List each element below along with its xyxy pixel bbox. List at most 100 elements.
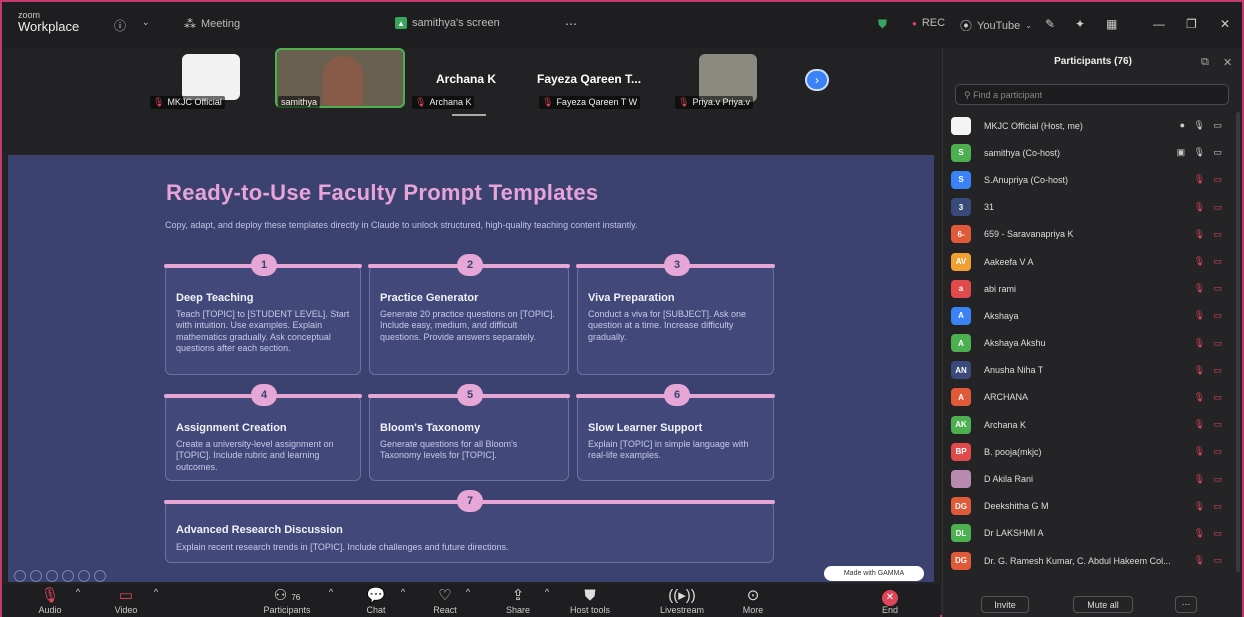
card-body: Create a university-level assignment on … [176, 439, 334, 472]
shield-icon: ⛊ [584, 587, 596, 604]
participant-row[interactable]: S S.Anupriya (Co-host) 🎙 ▭ [951, 166, 1233, 193]
zoom-icon[interactable] [78, 570, 90, 582]
minimize-icon[interactable]: — [1153, 17, 1165, 31]
participant-search-input[interactable]: ⚲ Find a participant [955, 84, 1229, 105]
muted-mic-video-off-icon[interactable]: 🎙 ▭ [1194, 392, 1225, 403]
muted-mic-video-off-icon[interactable]: 🎙 ▭ [1194, 338, 1225, 349]
card-number: 2 [457, 254, 483, 276]
pen-icon[interactable] [46, 570, 58, 582]
video-tile[interactable] [699, 54, 757, 102]
participant-row[interactable]: AN Anusha Niha T 🎙 ▭ [951, 357, 1233, 384]
tile-big-name: Archana K [436, 72, 497, 86]
restore-icon[interactable]: ❐ [1186, 17, 1197, 31]
audio-options-caret[interactable]: ^ [74, 587, 82, 597]
participant-name: B. pooja(mkjc) [984, 446, 1042, 457]
mute-all-button[interactable]: Mute all [1073, 596, 1133, 613]
screen-share-indicator[interactable]: ▲ samithya's screen [395, 17, 500, 29]
participant-row[interactable]: 3 31 🎙 ▭ [951, 194, 1233, 221]
chevron-down-icon[interactable]: ⌄ [142, 17, 150, 28]
participant-row[interactable]: BP B. pooja(mkjc) 🎙 ▭ [951, 438, 1233, 465]
livestream-button[interactable]: ((▸)) Livestream [652, 587, 712, 615]
muted-mic-video-off-icon[interactable]: 🎙 ▭ [1194, 419, 1225, 430]
clapper-icon[interactable]: ▦ [1106, 17, 1117, 31]
muted-mic-video-off-icon[interactable]: 🎙 ▭ [1194, 256, 1225, 267]
invite-button[interactable]: Invite [981, 596, 1029, 613]
video-tile[interactable] [182, 54, 240, 100]
share-screen-icon: ▲ [395, 17, 407, 29]
host-status-icon[interactable]: ▣ 🎙 ▭ [1177, 147, 1225, 158]
participants-options-caret[interactable]: ^ [327, 587, 335, 597]
react-options-caret[interactable]: ^ [464, 587, 472, 597]
shield-icon[interactable]: ⛊ [878, 17, 887, 32]
more-options-button[interactable]: ⋯ [1175, 596, 1197, 613]
next-slide-icon[interactable] [30, 570, 42, 582]
participant-row[interactable]: A Akshaya Akshu 🎙 ▭ [951, 330, 1233, 357]
recording-indicator[interactable]: ● REC [912, 17, 945, 29]
card-number: 7 [457, 490, 483, 512]
panel-title: Participants (76) [1054, 56, 1132, 67]
card-body: Generate questions for all Bloom's Taxon… [380, 439, 518, 461]
participant-name: Archana K [984, 419, 1027, 430]
more-options-icon[interactable]: ⋯ [565, 17, 577, 31]
participant-row[interactable]: a abi rami 🎙 ▭ [951, 275, 1233, 302]
share-button[interactable]: ⇪ Share [488, 587, 548, 615]
muted-mic-video-off-icon[interactable]: 🎙 ▭ [1194, 446, 1225, 457]
prev-slide-icon[interactable] [14, 570, 26, 582]
close-panel-icon[interactable]: ✕ [1223, 56, 1232, 69]
participant-row[interactable]: DL Dr LAKSHMI A 🎙 ▭ [951, 520, 1233, 547]
video-button[interactable]: ▭ Video [96, 587, 156, 615]
chat-button[interactable]: 💬 Chat [346, 587, 406, 615]
participant-row[interactable]: DG Deekshitha G M 🎙 ▭ [951, 493, 1233, 520]
close-icon[interactable]: ✕ [1220, 17, 1230, 31]
annotate-icon[interactable]: ✎ [1045, 17, 1055, 31]
video-strip: 🎙 MKJC Official samithya Archana K 🎙 Archa… [2, 48, 940, 152]
more-icon[interactable] [94, 570, 106, 582]
share-options-caret[interactable]: ^ [543, 587, 551, 597]
muted-mic-video-off-icon[interactable]: 🎙 ▭ [1194, 555, 1225, 566]
info-icon[interactable]: ⓘ [114, 17, 126, 34]
next-page-button[interactable]: › [805, 69, 829, 91]
participant-row[interactable]: A Akshaya 🎙 ▭ [951, 302, 1233, 329]
muted-mic-video-off-icon[interactable]: 🎙 ▭ [1194, 310, 1225, 321]
participant-row[interactable]: DG Dr. G. Ramesh Kumar, C. Abdul Hakeem C… [951, 547, 1233, 574]
muted-mic-video-off-icon[interactable]: 🎙 ▭ [1194, 283, 1225, 294]
youtube-live-button[interactable]: ⦿ YouTube ⌄ [960, 17, 1032, 34]
muted-mic-video-off-icon[interactable]: 🎙 ▭ [1194, 474, 1225, 485]
avatar: A [951, 306, 971, 325]
participant-row[interactable]: Ssamithya (Co-host) ▣ 🎙 ▭ [951, 139, 1233, 166]
muted-mic-video-off-icon[interactable]: 🎙 ▭ [1194, 501, 1225, 512]
host-status-icon[interactable]: ● 🎙 ▭ [1180, 120, 1225, 131]
muted-mic-video-off-icon[interactable]: 🎙 ▭ [1194, 229, 1225, 240]
pop-out-icon[interactable]: ⧉ [1201, 56, 1209, 69]
chat-options-caret[interactable]: ^ [399, 587, 407, 597]
video-off-icon: ▭ [118, 587, 134, 604]
meeting-menu[interactable]: ⁂ Meeting [184, 17, 240, 31]
participant-row[interactable]: AK Archana K 🎙 ▭ [951, 411, 1233, 438]
participants-button[interactable]: ⚇ 76 Participants [257, 587, 317, 615]
muted-mic-video-off-icon[interactable]: 🎙 ▭ [1194, 365, 1225, 376]
participant-row[interactable]: AV Aakeefa V A 🎙 ▭ [951, 248, 1233, 275]
video-options-caret[interactable]: ^ [152, 587, 160, 597]
card-body: Explain recent research trends in [TOPIC… [176, 542, 509, 552]
avatar: a [951, 279, 971, 298]
avatar [951, 116, 971, 135]
participant-row[interactable]: D Akila Rani 🎙 ▭ [951, 465, 1233, 492]
end-button[interactable]: ✕ End [860, 587, 920, 615]
participants-count: 76 [291, 593, 301, 602]
participant-row[interactable]: MKJC Official (Host, me) ● 🎙 ▭ [951, 112, 1233, 139]
muted-mic-video-off-icon[interactable]: 🎙 ▭ [1194, 528, 1225, 539]
participant-row[interactable]: A ARCHANA 🎙 ▭ [951, 384, 1233, 411]
audio-button[interactable]: 🎙 Audio [20, 587, 80, 615]
scrollbar[interactable] [1236, 112, 1240, 572]
card-body: Conduct a viva for [SUBJECT]. Ask one qu… [588, 309, 747, 342]
muted-mic-video-off-icon[interactable]: 🎙 ▭ [1194, 174, 1225, 185]
title-bar: zoom Workplace ⓘ ⌄ ⁂ Meeting ▲ samithya'… [2, 2, 1242, 48]
grid-icon[interactable] [62, 570, 74, 582]
ai-companion-icon[interactable]: ✦ [1075, 17, 1085, 31]
muted-mic-video-off-icon[interactable]: 🎙 ▭ [1194, 202, 1225, 213]
participant-row[interactable]: 6- 659 - Saravanapriya K 🎙 ▭ [951, 221, 1233, 248]
participant-name: 659 - Saravanapriya K [984, 229, 1074, 240]
host-tools-button[interactable]: ⛊ Host tools [560, 587, 620, 615]
made-with-gamma-badge[interactable]: Made with GAMMA [824, 566, 924, 581]
more-button[interactable]: ⊙ More [723, 587, 783, 615]
